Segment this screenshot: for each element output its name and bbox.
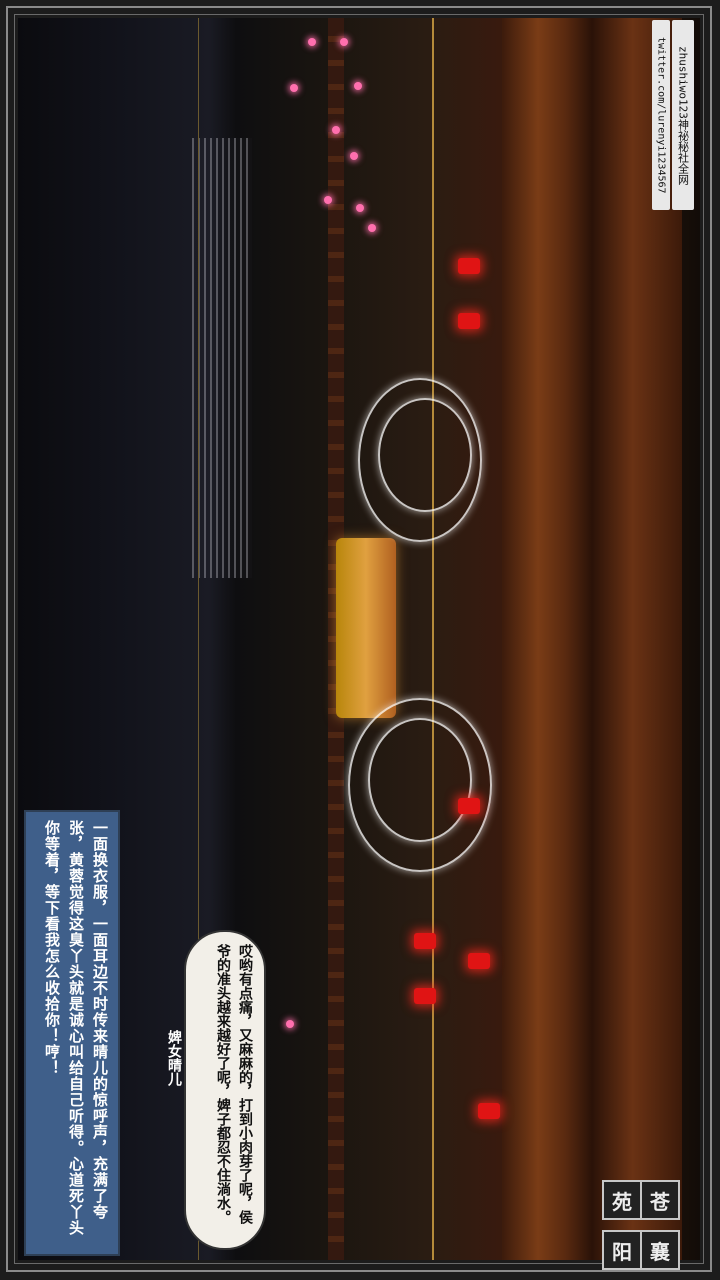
pink-blossom	[350, 152, 358, 160]
pink-blossom	[340, 38, 348, 46]
pink-blossom	[356, 204, 364, 212]
pink-blossom	[308, 38, 316, 46]
watermark-text: zhushiwo123神祕秘社全网	[672, 20, 694, 210]
location-char: 苑	[602, 1180, 642, 1220]
rendered-scene	[18, 18, 700, 1260]
pink-blossom	[354, 82, 362, 90]
silk-ribbon	[378, 398, 472, 512]
narration-box: 一面换衣服，一面耳边不时传来晴儿的惊呼声，充满了夸张，黄蓉觉得这臭丫头就是诚心叫…	[24, 810, 120, 1256]
red-pillar-front	[502, 18, 592, 1260]
pink-blossom	[286, 1020, 294, 1028]
comic-frame: zhushiwo123神祕秘社全网 twitter.com/lurenyi123…	[0, 0, 720, 1280]
red-lantern	[468, 953, 490, 969]
pink-blossom	[324, 196, 332, 204]
red-lantern	[414, 933, 436, 949]
speaker-label: 婢女晴儿	[166, 1030, 182, 1086]
red-lantern	[458, 258, 480, 274]
location-char: 襄	[640, 1230, 680, 1270]
red-lantern	[414, 988, 436, 1004]
silk-ribbon	[368, 718, 472, 842]
pink-blossom	[332, 126, 340, 134]
waterfall	[192, 138, 252, 578]
canopy-bed	[336, 538, 396, 718]
red-lantern	[478, 1103, 500, 1119]
speech-bubble: 哎哟有点痛，又麻麻的，打到小肉芽了呢，侯爷的准头越来越好了呢，婢子都忍不住淌水。	[184, 930, 266, 1250]
red-lantern	[458, 798, 480, 814]
pink-blossom	[368, 224, 376, 232]
location-char: 苍	[640, 1180, 680, 1220]
watermark-url: twitter.com/lurenyi1234567	[652, 20, 670, 210]
pink-blossom	[290, 84, 298, 92]
red-lantern	[458, 313, 480, 329]
gold-rail-right	[432, 18, 434, 1260]
location-char: 阳	[602, 1230, 642, 1270]
